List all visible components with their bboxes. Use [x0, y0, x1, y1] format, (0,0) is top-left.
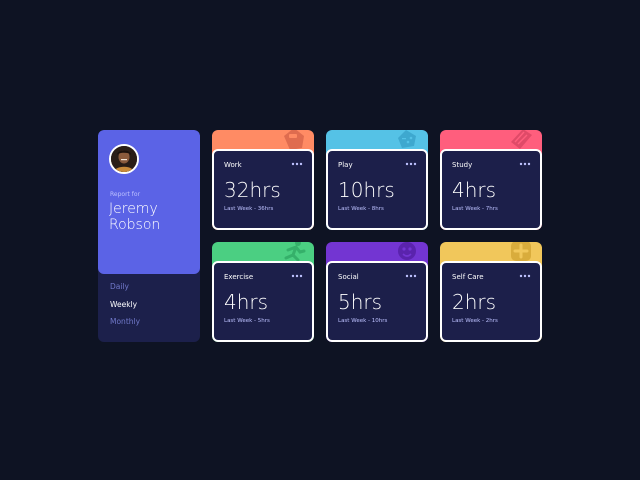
activity-title: Self Care: [452, 273, 484, 281]
profile-header: Report for Jeremy Robson: [98, 130, 200, 274]
current-hours: 5hrs: [338, 290, 383, 314]
activity-card-work: Work 32hrs Last Week - 36hrs: [212, 130, 314, 230]
current-hours: 2hrs: [452, 290, 497, 314]
activity-card-social: Social 5hrs Last Week - 10hrs: [326, 242, 428, 342]
more-options-icon[interactable]: [405, 160, 417, 168]
previous-hours: Last Week - 10hrs: [338, 318, 388, 324]
report-for-label: Report for: [110, 191, 141, 198]
previous-hours: Last Week - 8hrs: [338, 206, 384, 212]
previous-hours: Last Week - 5hrs: [224, 318, 270, 324]
more-options-icon[interactable]: [291, 272, 303, 280]
activity-card-self-care: Self Care 2hrs Last Week - 2hrs: [440, 242, 542, 342]
activity-card-play: Play 10hrs Last Week - 8hrs: [326, 130, 428, 230]
current-hours: 4hrs: [224, 290, 269, 314]
current-hours: 10hrs: [338, 178, 395, 202]
activity-panel-study[interactable]: Study 4hrs Last Week - 7hrs: [440, 149, 542, 230]
period-selector: Daily Weekly Monthly: [110, 282, 140, 335]
activity-panel-exercise[interactable]: Exercise 4hrs Last Week - 5hrs: [212, 261, 314, 342]
previous-hours: Last Week - 2hrs: [452, 318, 498, 324]
more-options-icon[interactable]: [519, 160, 531, 168]
current-hours: 4hrs: [452, 178, 497, 202]
activity-panel-social[interactable]: Social 5hrs Last Week - 10hrs: [326, 261, 428, 342]
more-options-icon[interactable]: [405, 272, 417, 280]
more-options-icon[interactable]: [291, 160, 303, 168]
previous-hours: Last Week - 7hrs: [452, 206, 498, 212]
previous-hours: Last Week - 36hrs: [224, 206, 274, 212]
current-hours: 32hrs: [224, 178, 281, 202]
activity-title: Play: [338, 161, 353, 169]
activity-panel-work[interactable]: Work 32hrs Last Week - 36hrs: [212, 149, 314, 230]
time-tracking-dashboard: Report for Jeremy Robson Daily Weekly Mo…: [98, 130, 542, 342]
period-daily[interactable]: Daily: [110, 282, 140, 300]
activity-title: Study: [452, 161, 473, 169]
profile-card: Report for Jeremy Robson Daily Weekly Mo…: [98, 130, 200, 342]
activity-card-exercise: Exercise 4hrs Last Week - 5hrs: [212, 242, 314, 342]
user-name: Jeremy Robson: [109, 201, 161, 233]
activity-panel-self-care[interactable]: Self Care 2hrs Last Week - 2hrs: [440, 261, 542, 342]
period-monthly[interactable]: Monthly: [110, 317, 140, 335]
activity-title: Work: [224, 161, 242, 169]
period-weekly[interactable]: Weekly: [110, 300, 140, 318]
activity-panel-play[interactable]: Play 10hrs Last Week - 8hrs: [326, 149, 428, 230]
avatar: [109, 144, 139, 174]
activity-title: Social: [338, 273, 359, 281]
activity-title: Exercise: [224, 273, 254, 281]
avatar-portrait-icon: [111, 146, 137, 172]
more-options-icon[interactable]: [519, 272, 531, 280]
activity-card-study: Study 4hrs Last Week - 7hrs: [440, 130, 542, 230]
